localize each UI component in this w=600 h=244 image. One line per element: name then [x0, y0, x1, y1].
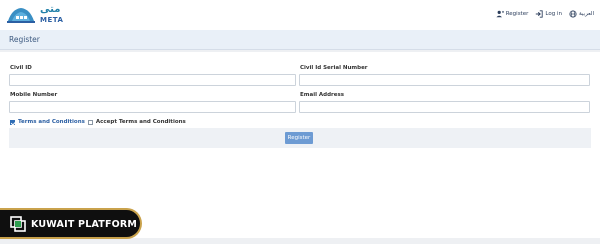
nav-language-label: العربية	[578, 11, 594, 17]
user-plus-icon	[496, 10, 504, 18]
nav-language-link[interactable]: العربية	[569, 10, 594, 18]
nav-login-link[interactable]: Log in	[535, 10, 562, 18]
nav-register-label: Register	[505, 11, 529, 17]
sign-in-icon	[536, 10, 544, 18]
meta-logo-icon[interactable]	[4, 5, 38, 25]
civil-id-input[interactable]	[9, 74, 296, 86]
page-title-bar: Register	[0, 30, 600, 50]
nav-login-label: Log in	[545, 11, 562, 17]
accept-terms-checkbox[interactable]	[87, 119, 93, 125]
terms-checkbox-checked[interactable]	[10, 119, 15, 125]
page-title: Register	[9, 35, 40, 44]
form-actions: Register	[9, 128, 591, 148]
kuwait-platform-logo-icon	[10, 216, 26, 232]
kuwait-platform-badge: KUWAIT PLATFORM	[0, 208, 142, 239]
logo-latin-text: META	[40, 16, 64, 24]
email-input[interactable]	[299, 101, 590, 113]
civil-id-label: Civil ID	[10, 65, 32, 71]
accept-terms-label: Accept Terms and Conditions	[95, 119, 186, 125]
top-navbar: متى META Register Log in العربية	[0, 0, 600, 31]
mobile-number-label: Mobile Number	[10, 92, 58, 98]
logo-arabic-text: متى	[40, 4, 61, 15]
header-nav: Register Log in العربية	[496, 10, 594, 18]
email-label: Email Address	[300, 92, 345, 98]
civil-serial-label: Civil Id Serial Number	[300, 65, 368, 71]
badge-text: KUWAIT PLATFORM	[31, 219, 138, 230]
globe-icon	[569, 10, 577, 18]
register-submit-button[interactable]: Register	[285, 132, 313, 144]
nav-register-link[interactable]: Register	[496, 10, 529, 18]
mobile-number-input[interactable]	[9, 101, 296, 113]
civil-serial-input[interactable]	[299, 74, 590, 86]
terms-row: Terms and Conditions Accept Terms and Co…	[10, 119, 186, 125]
terms-link[interactable]: Terms and Conditions	[18, 119, 85, 125]
